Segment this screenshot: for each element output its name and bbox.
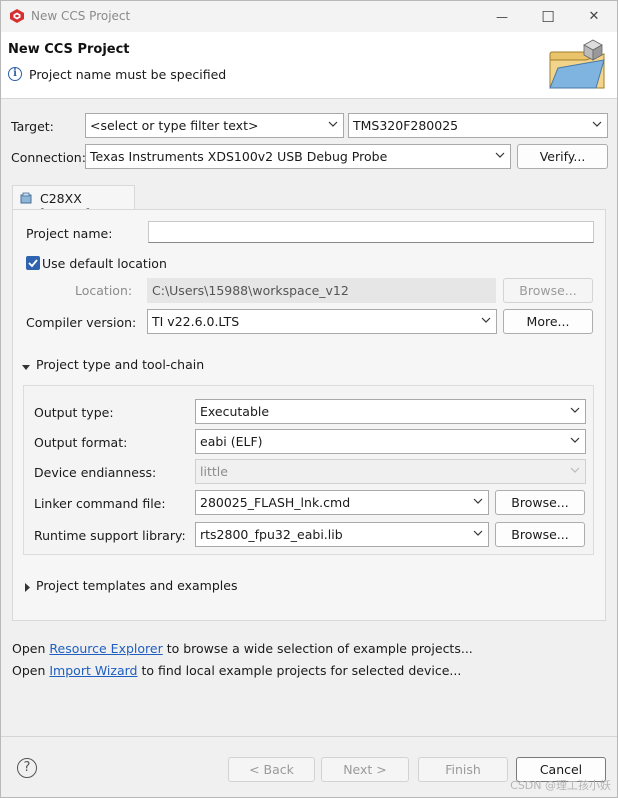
minimize-button[interactable]: —: [479, 1, 525, 32]
compiler-version-label: Compiler version:: [26, 315, 137, 330]
chevron-down-icon[interactable]: [473, 528, 483, 538]
verify-button[interactable]: Verify...: [517, 144, 608, 169]
chevron-down-icon[interactable]: [570, 465, 580, 475]
close-icon: ✕: [588, 9, 600, 24]
linker-command-file-combo[interactable]: 280025_FLASH_lnk.cmd: [195, 490, 489, 515]
compiler-version-combo[interactable]: TI v22.6.0.LTS: [147, 309, 497, 334]
output-format-value: eabi (ELF): [200, 434, 263, 449]
footer-divider: [1, 736, 617, 737]
project-name-label: Project name:: [26, 226, 113, 241]
output-format-label: Output format:: [34, 435, 128, 450]
page-title: New CCS Project: [8, 42, 130, 57]
chevron-down-icon[interactable]: [570, 405, 580, 415]
chevron-down-icon[interactable]: [592, 119, 602, 129]
dialog-window: New CCS Project — ☐ ✕ New CCS Project i …: [0, 0, 618, 798]
finish-button[interactable]: Finish: [418, 757, 508, 782]
target-device-combo[interactable]: TMS320F280025: [348, 113, 608, 138]
title-bar[interactable]: New CCS Project — ☐ ✕: [1, 1, 617, 32]
wizard-header: New CCS Project i Project name must be s…: [1, 32, 617, 99]
templates-section-header[interactable]: Project templates and examples: [36, 578, 237, 593]
back-button[interactable]: < Back: [228, 757, 315, 782]
chevron-down-icon[interactable]: [328, 119, 338, 129]
runtime-browse-button[interactable]: Browse...: [495, 522, 585, 547]
compiler-more-button[interactable]: More...: [503, 309, 593, 334]
device-endianness-value: little: [200, 464, 228, 479]
collapse-triangle-icon[interactable]: [23, 580, 32, 595]
minimize-icon: —: [496, 9, 508, 24]
connection-combo[interactable]: Texas Instruments XDS100v2 USB Debug Pro…: [85, 144, 511, 169]
maximize-button[interactable]: ☐: [525, 1, 571, 32]
target-filter-value: <select or type filter text>: [90, 118, 259, 133]
chevron-down-icon[interactable]: [570, 435, 580, 445]
output-type-combo[interactable]: Executable: [195, 399, 586, 424]
project-name-input[interactable]: [148, 221, 594, 243]
use-default-location-label[interactable]: Use default location: [42, 256, 167, 271]
maximize-icon: ☐: [541, 7, 555, 26]
checkmark-icon: [28, 259, 38, 268]
chevron-down-icon[interactable]: [495, 150, 505, 160]
import-wizard-suffix: to find local example projects for selec…: [141, 663, 462, 678]
window-title: New CCS Project: [31, 9, 131, 23]
tab-c28xx[interactable]: C28XX [C2000]: [12, 185, 135, 221]
linker-browse-button[interactable]: Browse...: [495, 490, 585, 515]
import-wizard-line: Open Import Wizard to find local example…: [12, 663, 461, 678]
close-window-button[interactable]: ✕: [571, 1, 617, 32]
next-button[interactable]: Next >: [321, 757, 409, 782]
output-type-value: Executable: [200, 404, 270, 419]
import-wizard-link[interactable]: Import Wizard: [49, 663, 137, 678]
connection-value: Texas Instruments XDS100v2 USB Debug Pro…: [90, 149, 388, 164]
compiler-version-value: TI v22.6.0.LTS: [152, 314, 240, 329]
device-endianness-combo[interactable]: little: [195, 459, 586, 484]
expand-triangle-icon[interactable]: [22, 360, 31, 375]
output-format-combo[interactable]: eabi (ELF): [195, 429, 586, 454]
device-endianness-label: Device endianness:: [34, 465, 157, 480]
use-default-location-checkbox[interactable]: [26, 256, 40, 270]
runtime-support-library-combo[interactable]: rts2800_fpu32_eabi.lib: [195, 522, 489, 547]
toolchain-section-header[interactable]: Project type and tool-chain: [36, 357, 204, 372]
validation-message: Project name must be specified: [29, 67, 227, 82]
folder-wizard-icon: [546, 38, 608, 97]
linker-command-file-label: Linker command file:: [34, 496, 166, 511]
location-browse-button[interactable]: Browse...: [503, 278, 593, 303]
location-label: Location:: [75, 283, 133, 298]
app-logo-icon: [9, 8, 25, 27]
resource-explorer-prefix: Open: [12, 641, 46, 656]
linker-command-file-value: 280025_FLASH_lnk.cmd: [200, 495, 351, 510]
resource-explorer-line: Open Resource Explorer to browse a wide …: [12, 641, 473, 656]
resource-explorer-link[interactable]: Resource Explorer: [49, 641, 162, 656]
watermark: CSDN @理工孩小妖: [510, 779, 611, 792]
target-label: Target:: [11, 119, 54, 134]
location-value: C:\Users\15988\workspace_v12: [152, 283, 349, 298]
info-icon: i: [8, 67, 22, 81]
target-device-value: TMS320F280025: [353, 118, 459, 133]
chevron-down-icon[interactable]: [481, 315, 491, 325]
runtime-support-library-value: rts2800_fpu32_eabi.lib: [200, 527, 343, 542]
location-field: C:\Users\15988\workspace_v12: [147, 278, 496, 303]
import-wizard-prefix: Open: [12, 663, 46, 678]
resource-explorer-suffix: to browse a wide selection of example pr…: [166, 641, 473, 656]
chevron-down-icon[interactable]: [473, 496, 483, 506]
help-icon[interactable]: ?: [17, 758, 37, 778]
target-filter-combo[interactable]: <select or type filter text>: [85, 113, 344, 138]
output-type-label: Output type:: [34, 405, 114, 420]
chip-icon: [19, 191, 33, 208]
runtime-support-library-label: Runtime support library:: [34, 528, 186, 543]
connection-label: Connection:: [11, 150, 86, 165]
